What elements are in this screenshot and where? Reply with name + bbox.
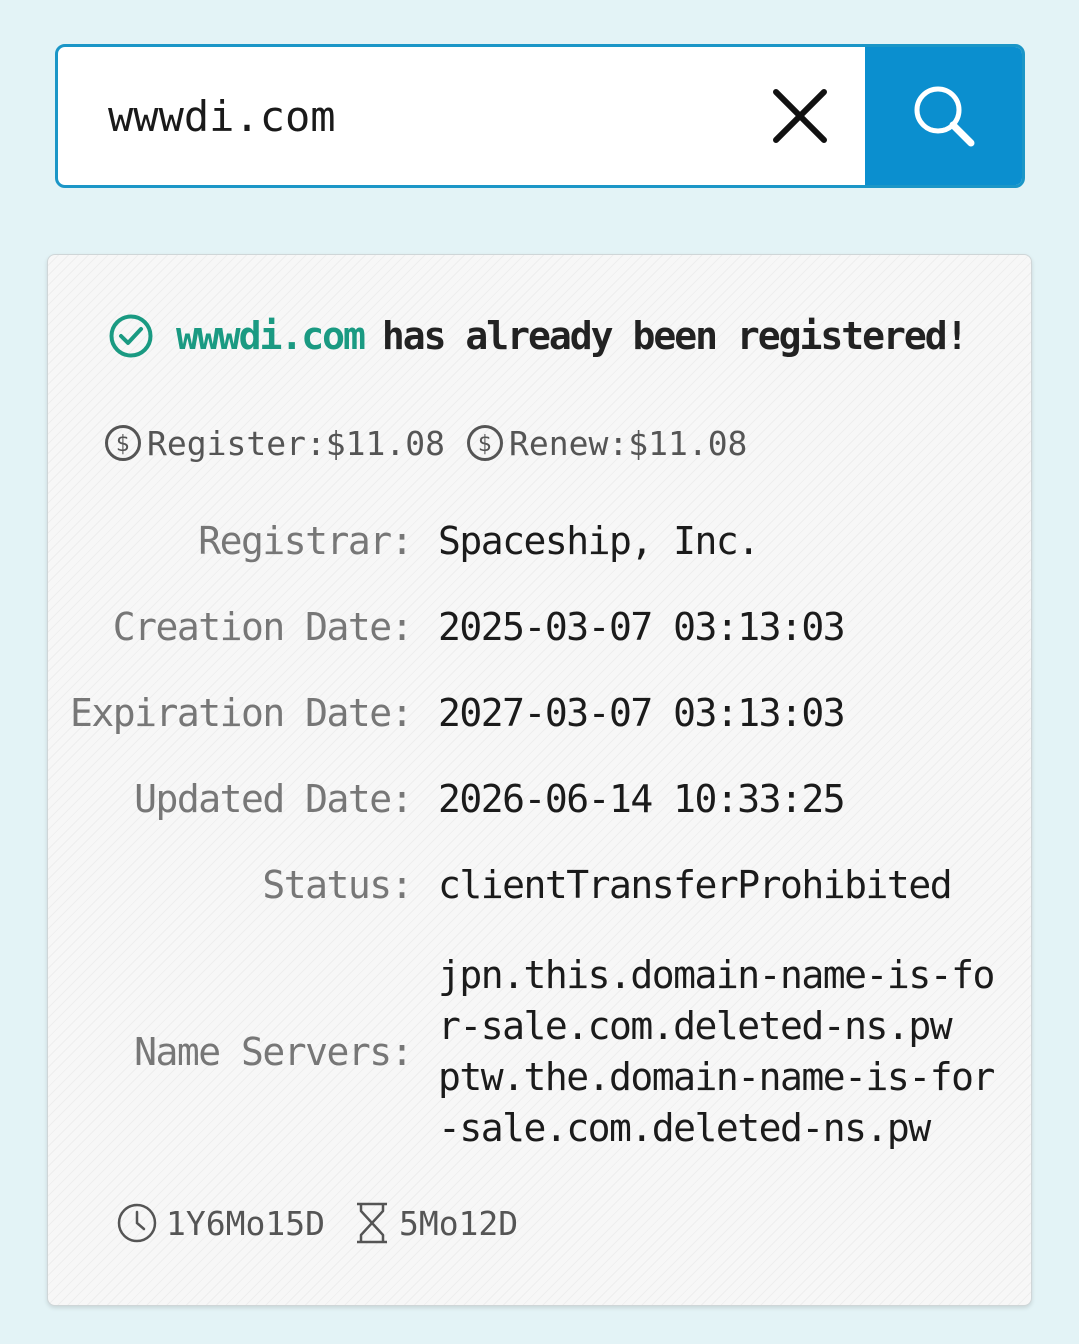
registration-status: wwwdi.com has already been registered! bbox=[108, 313, 969, 359]
search-icon bbox=[914, 86, 974, 147]
time-remaining: 5Mo12D bbox=[353, 1201, 518, 1245]
creation-date-label: Creation Date: bbox=[112, 605, 414, 649]
registrar-row: Registrar: Spaceship, Inc. bbox=[48, 519, 1033, 563]
domain-age: 1Y6Mo15D bbox=[116, 1202, 325, 1244]
register-price-text: Register:$11.08 bbox=[147, 423, 446, 463]
svg-text:$: $ bbox=[116, 432, 130, 457]
time-remaining-text: 5Mo12D bbox=[398, 1203, 519, 1243]
dollar-circle-icon: $ bbox=[467, 425, 504, 461]
domain-age-text: 1Y6Mo15D bbox=[166, 1203, 325, 1243]
name-servers-value: jpn.this.domain-name-is-fo r-sale.com.de… bbox=[438, 950, 995, 1154]
name-server-line: -sale.com.deleted-ns.pw bbox=[438, 1106, 931, 1150]
status-message: has already been registered! bbox=[381, 314, 969, 358]
expiration-date-label: Expiration Date: bbox=[69, 691, 414, 735]
price-info: $ Register:$11.08 $ Renew:$11.08 bbox=[103, 423, 767, 463]
expiration-date-value: 2027-03-07 03:13:03 bbox=[438, 691, 846, 735]
creation-date-row: Creation Date: 2025-03-07 03:13:03 bbox=[48, 605, 1033, 649]
name-server-line: jpn.this.domain-name-is-fo bbox=[438, 953, 995, 997]
registrar-label: Registrar: bbox=[198, 519, 413, 563]
name-server-line: ptw.the.domain-name-is-for bbox=[438, 1055, 995, 1099]
clear-button[interactable] bbox=[735, 47, 865, 185]
close-icon bbox=[773, 89, 827, 143]
registrar-value: Spaceship, Inc. bbox=[438, 519, 760, 563]
whois-result-card: wwwdi.com has already been registered! $… bbox=[47, 254, 1032, 1306]
name-servers-row: Name Servers: jpn.this.domain-name-is-fo… bbox=[48, 947, 1033, 1157]
updated-date-value: 2026-06-14 10:33:25 bbox=[438, 777, 846, 821]
expiration-date-row: Expiration Date: 2027-03-07 03:13:03 bbox=[48, 691, 1033, 735]
updated-date-label: Updated Date: bbox=[134, 777, 413, 821]
register-price: $ Register:$11.08 bbox=[103, 423, 445, 463]
domain-age-info: 1Y6Mo15D 5Mo12D bbox=[116, 1201, 546, 1245]
search-bar bbox=[55, 44, 1025, 188]
dollar-circle-icon: $ bbox=[105, 425, 141, 461]
renew-price-text: Renew:$11.08 bbox=[509, 423, 748, 463]
name-server-line: r-sale.com.deleted-ns.pw bbox=[438, 1004, 953, 1048]
status-value: clientTransferProhibited bbox=[438, 863, 953, 907]
renew-price: $ Renew:$11.08 bbox=[465, 423, 747, 463]
status-row: Status: clientTransferProhibited bbox=[48, 863, 1033, 907]
domain-name: wwwdi.com bbox=[176, 314, 366, 358]
updated-date-row: Updated Date: 2026-06-14 10:33:25 bbox=[48, 777, 1033, 821]
hourglass-icon bbox=[356, 1202, 387, 1244]
svg-text:$: $ bbox=[478, 432, 492, 457]
clock-icon bbox=[117, 1203, 157, 1243]
name-servers-label: Name Servers: bbox=[134, 1030, 413, 1074]
check-circle-icon bbox=[109, 314, 153, 358]
creation-date-value: 2025-03-07 03:13:03 bbox=[438, 605, 846, 649]
search-button[interactable] bbox=[865, 47, 1022, 185]
status-label: Status: bbox=[262, 863, 413, 907]
search-input[interactable] bbox=[58, 47, 735, 185]
